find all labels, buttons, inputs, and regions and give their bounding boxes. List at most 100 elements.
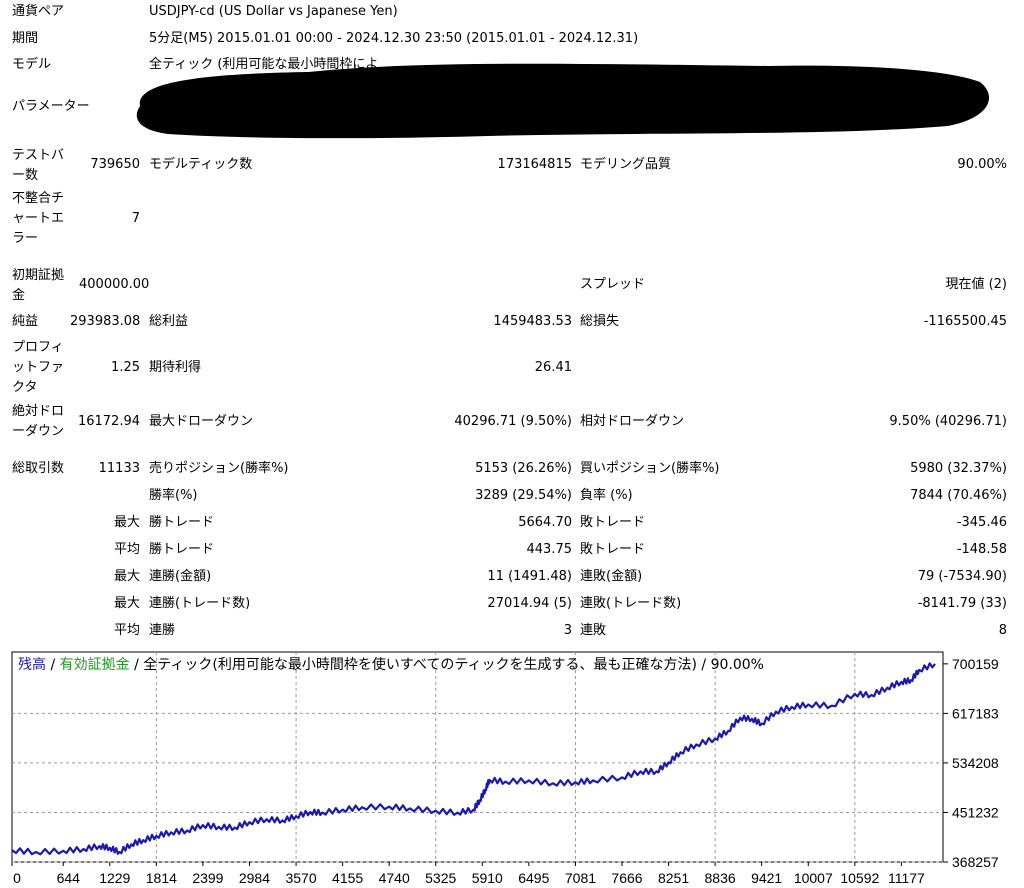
x-tick-label: 4155: [332, 870, 363, 886]
quality-value: 90.00%: [957, 157, 1007, 172]
consec-loss-cnt-value: -8141.79 (33): [917, 596, 1007, 611]
legend-sep: /: [129, 657, 144, 673]
x-tick-label: 8251: [658, 870, 689, 886]
avg-consec-win-label: 連勝: [149, 623, 176, 638]
spread-label: スプレッド: [580, 277, 646, 292]
pf-label: プロフィットファクタ: [12, 340, 65, 395]
net-label: 純益: [12, 314, 39, 329]
x-tick-label: 7666: [611, 870, 642, 886]
x-tick-label: 1229: [99, 870, 130, 886]
max-loss-trade-label: 敗トレード: [580, 515, 646, 530]
y-tick-label: 368257: [952, 854, 999, 870]
consec-loss-amt-value: 79 (-7534.90): [917, 569, 1007, 584]
chart-caption: 残高 / 有効証拠金 / 全ティック(利用可能な最小時間枠を使いすべてのティック…: [18, 654, 764, 674]
symbol-label: 通貨ペア: [12, 4, 65, 19]
win-label: 勝率(%): [149, 488, 198, 503]
payoff-value: 26.41: [534, 360, 572, 375]
mismatch-label: 不整合チャートエラー: [12, 191, 65, 246]
consec-loss-cnt-label: 連敗(トレード数): [580, 596, 682, 611]
x-tick-label: 9421: [751, 870, 782, 886]
x-tick-label: 7081: [565, 870, 596, 886]
avg-loss-trade-label: 敗トレード: [580, 542, 646, 557]
x-tick-label: 644: [57, 870, 81, 886]
y-tick-label: 451232: [952, 804, 999, 820]
x-tick-label: 10592: [840, 870, 879, 886]
max-prefix: 最大: [113, 515, 140, 530]
max-loss-trade-value: -345.46: [956, 515, 1007, 530]
short-label: 売りポジション(勝率%): [149, 461, 289, 476]
spread-value: 現在値 (2): [945, 277, 1007, 292]
period-label: 期間: [12, 31, 39, 46]
symbol-value: USDJPY-cd (US Dollar vs Japanese Yen): [149, 4, 398, 19]
x-tick-label: 10007: [794, 870, 833, 886]
gross-profit-label: 総利益: [149, 314, 189, 329]
bars-label: テストバー数: [12, 148, 65, 183]
params-label: パラメーター: [12, 99, 90, 114]
balance-chart: 700159 617183 534208 451232 368257 0 644 1229 18…: [11, 651, 999, 886]
long-value: 5980 (32.37%): [910, 461, 1007, 476]
gross-loss-value: -1165500.45: [923, 314, 1007, 329]
max-win-trade-value: 5664.70: [518, 515, 572, 530]
legend-balance: 残高: [18, 657, 46, 673]
plot-frame: [11, 651, 944, 863]
x-tick-label: 5910: [472, 870, 503, 886]
max-prefix: 最大: [113, 596, 140, 611]
gross-profit-value: 1459483.53: [493, 314, 572, 329]
max-dd-value: 40296.71 (9.50%): [454, 414, 572, 429]
loss-value: 7844 (70.46%): [910, 488, 1007, 503]
y-tick-label: 700159: [952, 656, 999, 672]
consec-win-cnt-label: 連勝(トレード数): [149, 596, 251, 611]
consec-win-cnt-value: 27014.94 (5): [487, 596, 572, 611]
redaction-mark: [136, 63, 990, 139]
net-value: 293983.08: [70, 314, 141, 329]
bars-value: 739650: [90, 157, 140, 172]
avg-prefix: 平均: [113, 623, 140, 638]
y-tick-label: 534208: [952, 755, 999, 771]
avg-consec-win-value: 3: [563, 623, 572, 638]
x-tick-label: 4740: [379, 870, 410, 886]
abs-dd-value: 16172.94: [77, 414, 140, 429]
long-label: 買いポジション(勝率%): [580, 461, 720, 476]
max-dd-label: 最大ドローダウン: [149, 414, 254, 429]
total-value: 11133: [98, 461, 140, 476]
win-value: 3289 (29.54%): [475, 488, 572, 503]
avg-consec-loss-value: 8: [998, 623, 1007, 638]
x-tick-label: 1814: [146, 870, 177, 886]
x-tick-label: 5325: [425, 870, 456, 886]
abs-dd-label: 絶対ドローダウン: [12, 404, 65, 439]
max-win-trade-label: 勝トレード: [149, 515, 215, 530]
payoff-label: 期待利得: [149, 360, 202, 375]
avg-win-trade-value: 443.75: [526, 542, 573, 557]
total-label: 総取引数: [12, 461, 65, 476]
x-tick-label: 2399: [192, 870, 223, 886]
period-value: 5分足(M5) 2015.01.01 00:00 - 2024.12.30 23…: [149, 31, 639, 46]
loss-label: 負率 (%): [580, 488, 633, 503]
consec-win-amt-label: 連勝(金額): [149, 569, 212, 584]
legend-equity: 有効証拠金: [59, 657, 130, 673]
y-tick-label: 617183: [952, 705, 999, 721]
x-tick-label: 11177: [888, 870, 925, 886]
legend-description: 全ティック(利用可能な最小時間枠を使いすべてのティックを生成する、最も正確な方法…: [143, 657, 764, 673]
x-tick-label: 0: [13, 870, 21, 886]
model-label: モデル: [12, 57, 52, 72]
x-tick-label: 2984: [239, 870, 270, 886]
legend-sep: /: [46, 657, 60, 673]
avg-loss-trade-value: -148.58: [956, 542, 1007, 557]
mismatch-value: 7: [131, 211, 140, 226]
pf-value: 1.25: [111, 360, 140, 375]
ticks-label: モデルティック数: [149, 157, 253, 172]
consec-loss-amt-label: 連敗(金額): [580, 569, 643, 584]
short-value: 5153 (26.26%): [475, 461, 572, 476]
avg-consec-loss-label: 連敗: [580, 623, 607, 638]
avg-win-trade-label: 勝トレード: [149, 542, 215, 557]
rel-dd-value: 9.50% (40296.71): [889, 414, 1007, 429]
rel-dd-label: 相対ドローダウン: [580, 414, 685, 429]
quality-label: モデリング品質: [580, 157, 672, 172]
x-tick-label: 3570: [285, 870, 316, 886]
x-tick-label: 8836: [705, 870, 736, 886]
x-tick-label: 6495: [518, 870, 549, 886]
consec-win-amt-value: 11 (1491.48): [487, 569, 572, 584]
gross-loss-label: 総損失: [580, 314, 620, 329]
ticks-value: 173164815: [497, 157, 572, 172]
deposit-label: 初期証拠金: [12, 268, 65, 303]
